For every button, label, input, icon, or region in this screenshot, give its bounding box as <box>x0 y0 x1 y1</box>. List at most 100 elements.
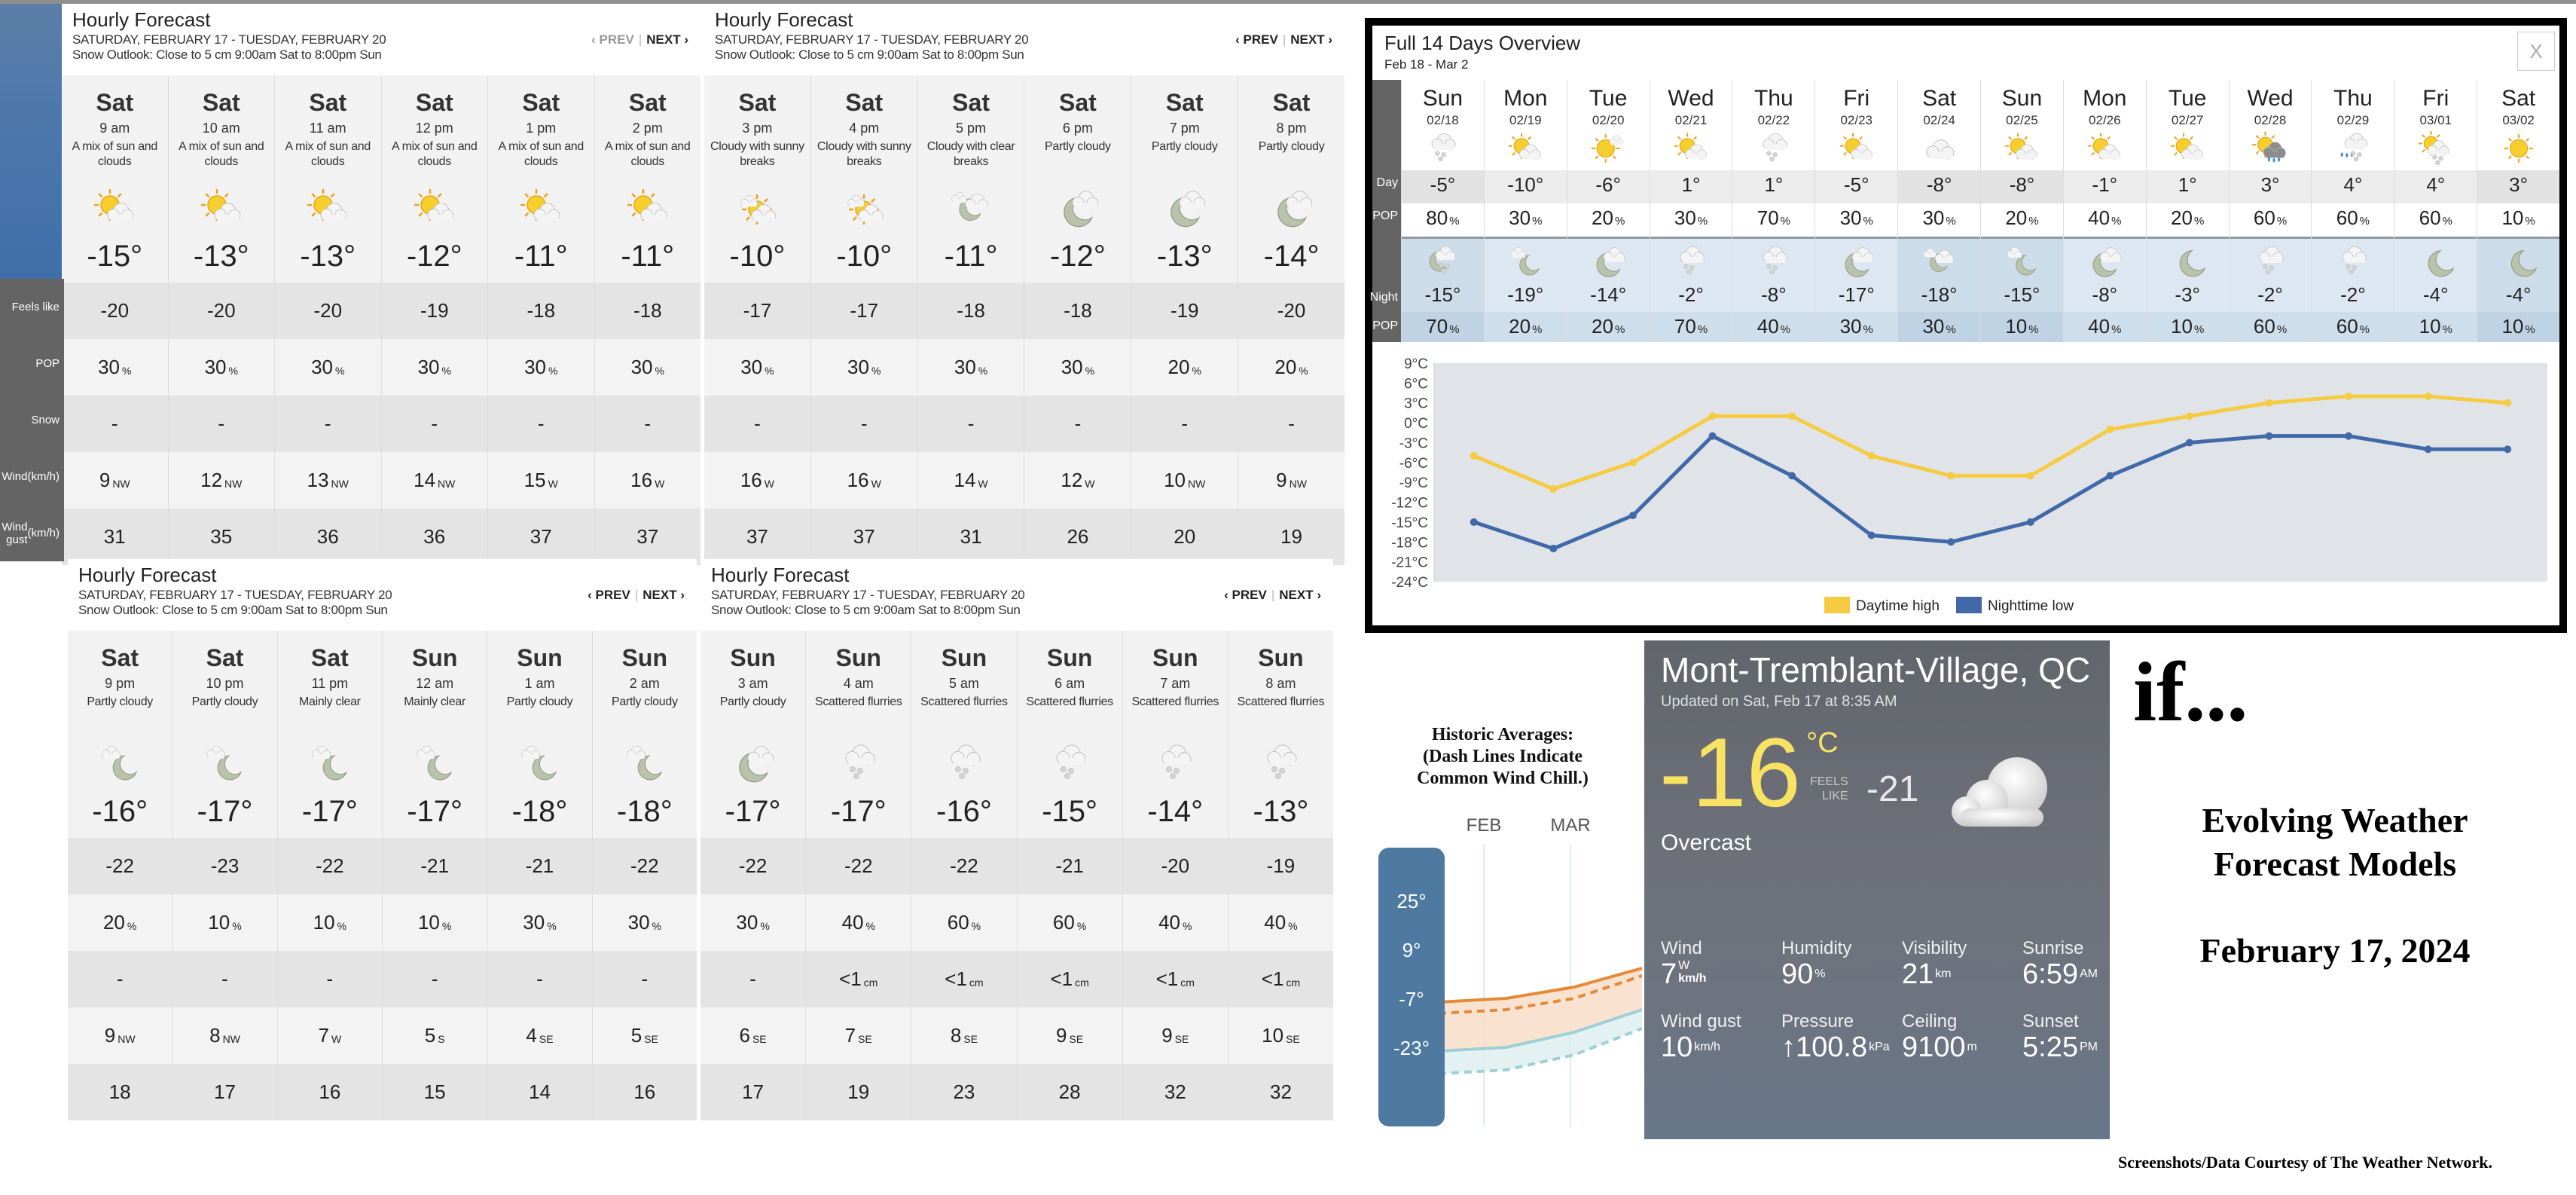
wind-speed: 9 <box>1056 1024 1067 1047</box>
feels-label-line1: FEELS <box>1810 775 1848 788</box>
prev-button[interactable]: ‹ PREV <box>1235 32 1278 47</box>
wind-gust-cell: 19 <box>806 1064 911 1120</box>
pop-unit: % <box>1697 215 1708 228</box>
hour-day: Sun <box>517 644 563 671</box>
overview-day-name: Mon <box>2083 86 2127 111</box>
hour-temperature: -12° <box>1049 240 1106 273</box>
hour-time: 1 pm <box>526 121 557 136</box>
wind-speed: 12 <box>200 469 223 491</box>
stat-value: 10 <box>1661 1031 1693 1063</box>
stat-label: Sunrise <box>2022 938 2084 958</box>
wind-cell: 10 NW <box>1131 452 1238 509</box>
stat-value-wrap: 10 km/h <box>1661 1032 1781 1062</box>
overview-day-column: Mon 02/19 -10° 30% -19° 20% <box>1483 80 1567 342</box>
stat-humidity: Humidity 90% <box>1781 938 1902 989</box>
pop-unit: % <box>1946 215 1956 228</box>
day-pop: 30% <box>1650 206 1732 230</box>
nighttime-low-point <box>2504 445 2512 454</box>
snow-value: <1 <box>1050 967 1073 990</box>
sun-cloud-icon <box>625 187 670 229</box>
overview-day-column: Tue 02/20 -6° 20% -14° 20% <box>1566 80 1650 342</box>
night-temperature: -8° <box>2092 283 2118 306</box>
wind-cell: 10 SE <box>1228 1007 1334 1064</box>
pop-unit: % <box>1449 323 1460 336</box>
wind-speed: 5 <box>630 1024 642 1047</box>
day-pop-value: 20 <box>2171 206 2193 229</box>
pop-unit: % <box>2111 215 2122 228</box>
wind-cell: 12 W <box>1024 452 1131 509</box>
pop-value: 40 <box>1264 911 1286 934</box>
scale-label: -23° <box>1393 1037 1430 1059</box>
prev-button[interactable]: ‹ PREV <box>591 32 634 47</box>
hour-column: Sun 6 am Scattered flurries -15° -21 60%… <box>1016 631 1122 1120</box>
feels-like-cell: -22 <box>700 838 806 894</box>
snow-cell: - <box>275 396 381 452</box>
next-button[interactable]: NEXT › <box>642 588 685 602</box>
sun-cloud-icon <box>412 187 457 229</box>
hour-temperature: -18° <box>511 795 568 828</box>
hour-day: Sat <box>1165 89 1204 116</box>
prev-button[interactable]: ‹ PREV <box>1224 588 1267 602</box>
snow-cell: - <box>704 396 810 452</box>
night-pop-value: 70 <box>1426 315 1448 338</box>
next-button[interactable]: NEXT › <box>646 32 688 47</box>
pop-value: 30 <box>204 356 227 378</box>
pop-cell: 30% <box>62 339 168 396</box>
stat-value: 6:59 <box>2022 958 2078 990</box>
day-temperature: 1° <box>1681 173 1701 196</box>
feels-like-cell: -18 <box>594 283 700 339</box>
scale-label: 9° <box>1402 939 1421 961</box>
stat-label: Ceiling <box>1902 1011 1958 1031</box>
close-button[interactable]: X <box>2517 32 2555 71</box>
hour-time: 2 pm <box>632 121 663 136</box>
pop-value: 20 <box>1167 356 1190 378</box>
pop-unit: % <box>1697 323 1708 336</box>
snow-value: <1 <box>945 967 967 990</box>
moon-small-cloud-icon <box>202 742 247 784</box>
hour-temperature: -14° <box>1263 240 1320 273</box>
pop-cell: 30% <box>917 339 1024 396</box>
stat-unit: km <box>1935 967 1952 980</box>
snow-cell: - <box>594 396 700 452</box>
feels-like-value: -19 <box>1170 299 1199 322</box>
wind-gust-value: 16 <box>633 1080 656 1103</box>
cloud-moon-icon <box>1921 244 1958 279</box>
snow-unit: cm <box>1180 976 1195 989</box>
hour-time: 5 am <box>948 676 979 691</box>
moon-icon <box>2169 244 2206 279</box>
y-tick-label: 6°C <box>1404 376 1428 392</box>
hourly-date-range: SATURDAY, FEBRUARY 17 - TUESDAY, FEBRUAR… <box>78 588 392 602</box>
hour-condition: Scattered flurries <box>1131 695 1219 708</box>
feels-like-cell: -22 <box>277 838 382 894</box>
hour-time: 11 pm <box>311 676 349 691</box>
snow-cell: - <box>62 396 168 452</box>
nighttime-low-point <box>1788 472 1796 480</box>
snow-value: <1 <box>1261 967 1284 990</box>
prev-button[interactable]: ‹ PREV <box>588 588 630 602</box>
next-button[interactable]: NEXT › <box>1290 32 1332 47</box>
stat-unit: kPa <box>1869 1041 1890 1053</box>
pop-value: 30 <box>417 356 440 378</box>
wind-speed: 16 <box>740 469 762 491</box>
snow-cell: <1 cm <box>806 951 911 1007</box>
wind-gust-cell: 23 <box>911 1064 1017 1120</box>
night-pop-value: 40 <box>1757 315 1779 338</box>
hour-column: Sat 6 pm Partly cloudy -12° -18 30% - 12… <box>1024 75 1131 565</box>
wind-direction: NW <box>222 1032 240 1045</box>
hour-day: Sat <box>738 89 777 116</box>
hour-temperature: -17° <box>197 795 253 828</box>
feels-like-value: -19 <box>1266 854 1296 877</box>
daytime-high-point <box>1470 452 1478 460</box>
hour-time: 8 pm <box>1276 121 1307 136</box>
hour-condition: Cloudy with sunny breaks <box>710 140 804 168</box>
day-pop: 20% <box>2147 206 2229 230</box>
wind-cell: 9 NW <box>1238 452 1344 509</box>
sun-cloud-icon <box>199 187 244 229</box>
overview-day-name: Thu <box>2333 86 2373 111</box>
next-button[interactable]: NEXT › <box>1279 588 1321 602</box>
hour-day: Sun <box>411 644 458 671</box>
hour-condition: A mix of sun and clouds <box>392 140 478 168</box>
feels-like-cell: -22 <box>806 838 911 894</box>
pop-cell: 30% <box>275 339 381 396</box>
stat-value: 9100 <box>1902 1031 1966 1063</box>
